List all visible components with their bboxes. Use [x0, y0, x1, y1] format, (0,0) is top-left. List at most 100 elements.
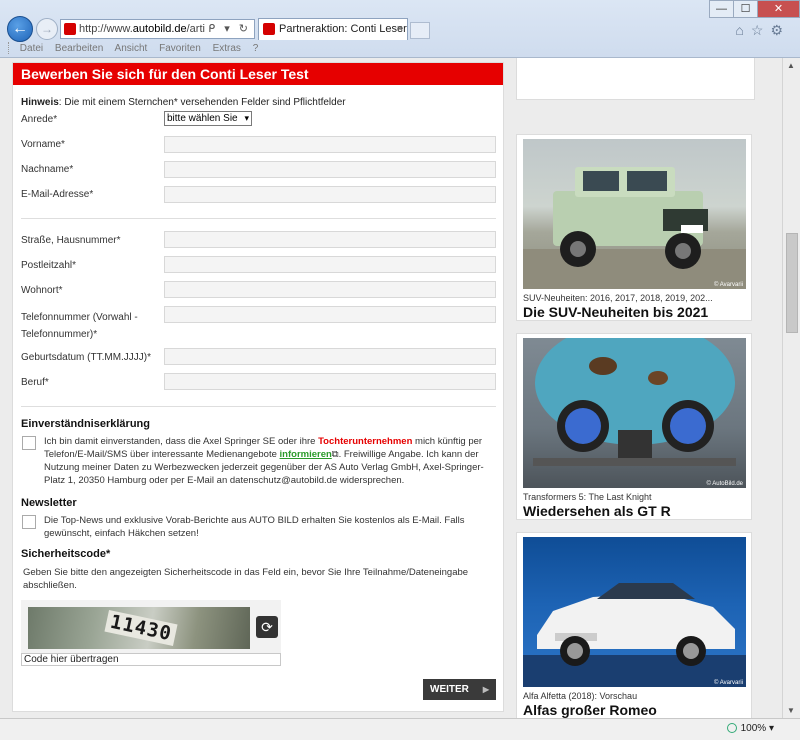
- captcha-code: 11430: [104, 609, 178, 647]
- teaser-copyright-alfa: © Avarvarii: [714, 680, 743, 686]
- teaser-card-suv[interactable]: © Avarvarii SUV-Neuheiten: 2016, 2017, 2…: [516, 134, 752, 321]
- forward-button[interactable]: →: [36, 18, 58, 40]
- plz-label: Postleitzahl*: [21, 260, 77, 271]
- chevron-down-icon: ▾: [244, 113, 249, 123]
- vertical-scrollbar[interactable]: ▲ ▼: [782, 58, 800, 718]
- teaser-title-suv[interactable]: Die SUV-Neuheiten bis 2021: [523, 304, 745, 320]
- plz-input[interactable]: [164, 256, 496, 273]
- menu-item-help[interactable]: ?: [253, 43, 259, 54]
- scroll-down-icon[interactable]: ▼: [787, 706, 795, 715]
- consent-title: Einverständniserklärung: [21, 418, 150, 430]
- captcha-refresh-button[interactable]: ⟳: [256, 616, 278, 638]
- tochterunternehmen-link[interactable]: Tochterunternehmen: [318, 436, 412, 447]
- scroll-thumb[interactable]: [786, 233, 798, 333]
- strasse-label: Straße, Hausnummer*: [21, 235, 121, 246]
- address-domain: autobild.de: [132, 23, 187, 35]
- email-input[interactable]: [164, 186, 496, 203]
- telefon-input[interactable]: [164, 306, 496, 323]
- form-divider-1: [21, 218, 496, 219]
- anrede-label: Anrede*: [21, 114, 58, 125]
- nachname-label: Nachname*: [21, 164, 74, 175]
- nachname-input[interactable]: [164, 161, 496, 178]
- tab-favicon-icon: [263, 23, 275, 35]
- hint-text: : Die mit einem Sternchen* versehenden F…: [58, 97, 346, 108]
- teaser-image-alfa[interactable]: © Avarvarii: [523, 537, 746, 687]
- anrede-select-value: bitte wählen Sie: [167, 113, 238, 124]
- menu-item-datei[interactable]: Datei: [20, 43, 43, 54]
- star-icon[interactable]: ☆: [751, 22, 771, 38]
- wohnort-input[interactable]: [164, 281, 496, 298]
- consent-text: Ich bin damit einverstanden, dass die Ax…: [44, 435, 499, 487]
- home-icon[interactable]: ⌂: [735, 22, 750, 38]
- geburtsdatum-label: Geburtsdatum (TT.MM.JJJJ)*: [21, 352, 152, 363]
- menu-item-extras[interactable]: Extras: [213, 43, 241, 54]
- wohnort-label: Wohnort*: [21, 285, 63, 296]
- menu-item-favoriten[interactable]: Favoriten: [159, 43, 201, 54]
- captcha-input[interactable]: Code hier übertragen: [21, 653, 281, 666]
- browser-chrome: ← → http://www.autobild.de/artikel/par ᑭ…: [0, 0, 800, 58]
- address-prefix: http://www.: [79, 23, 133, 35]
- weiter-button[interactable]: WEITER ▶: [423, 679, 496, 700]
- captcha-image: 11430: [28, 607, 250, 649]
- teaser-card-alfa[interactable]: © Avarvarii Alfa Alfetta (2018): Vorscha…: [516, 532, 752, 718]
- alfa-illustration: [523, 583, 746, 687]
- geburtsdatum-input[interactable]: [164, 348, 496, 365]
- teaser-copyright-suv: © Avarvarii: [714, 282, 743, 288]
- teaser-title-transformers[interactable]: Wiedersehen als GT R: [523, 503, 745, 519]
- teaser-image-transformers[interactable]: © AutoBild.de: [523, 338, 746, 488]
- newsletter-title: Newsletter: [21, 497, 77, 509]
- window-controls: — ☐ ✕: [709, 0, 800, 18]
- teaser-kicker-transformers[interactable]: Transformers 5: The Last Knight: [523, 492, 745, 502]
- teaser-card-transformers[interactable]: © AutoBild.de Transformers 5: The Last K…: [516, 333, 752, 520]
- consent-checkbox[interactable]: [22, 436, 36, 450]
- vorname-input[interactable]: [164, 136, 496, 153]
- arrow-left-icon: ←: [12, 20, 28, 37]
- informieren-link[interactable]: informieren: [280, 449, 332, 460]
- external-link-icon: ⧉: [331, 449, 339, 460]
- form-divider-2: [21, 406, 496, 407]
- strasse-input[interactable]: [164, 231, 496, 248]
- teaser-title-alfa[interactable]: Alfas großer Romeo: [523, 702, 745, 718]
- close-window-button[interactable]: ✕: [757, 0, 800, 18]
- consent-text-part1: Ich bin damit einverstanden, dass die Ax…: [44, 436, 319, 447]
- anrede-select[interactable]: bitte wählen Sie ▾: [164, 111, 252, 126]
- gear-icon[interactable]: ⚙: [770, 22, 790, 38]
- telefon-label: Telefonnummer (Vorwahl - Telefonnummer)*: [21, 309, 138, 343]
- email-label: E-Mail-Adresse*: [21, 189, 94, 200]
- beruf-input[interactable]: [164, 373, 496, 390]
- application-form: Bewerben Sie sich für den Conti Leser Te…: [12, 62, 504, 712]
- newsletter-checkbox[interactable]: [22, 515, 36, 529]
- menu-item-ansicht[interactable]: Ansicht: [115, 43, 148, 54]
- zoom-control[interactable]: 100% ▾: [726, 723, 774, 734]
- suv-illustration: [523, 167, 746, 289]
- tab-close-icon[interactable]: ×: [397, 19, 403, 39]
- telefon-label-line2: Telefonnummer)*: [21, 329, 98, 340]
- address-bar[interactable]: http://www.autobild.de/artikel/par ᑭ ▾ ↻: [60, 19, 255, 39]
- scroll-up-icon[interactable]: ▲: [787, 61, 795, 70]
- teaser-kicker-alfa[interactable]: Alfa Alfetta (2018): Vorschau: [523, 691, 745, 701]
- teaser-image-suv[interactable]: © Avarvarii: [523, 139, 746, 289]
- site-favicon-icon: [64, 23, 76, 35]
- weiter-label: WEITER: [430, 684, 469, 695]
- menu-item-bearbeiten[interactable]: Bearbeiten: [55, 43, 103, 54]
- play-icon: ▶: [482, 685, 489, 694]
- ad-placeholder: [516, 58, 755, 100]
- beruf-label: Beruf*: [21, 377, 49, 388]
- form-header: Bewerben Sie sich für den Conti Leser Te…: [13, 63, 503, 85]
- menu-grip: [8, 42, 11, 55]
- new-tab-button[interactable]: [410, 22, 430, 39]
- arrow-right-icon: →: [41, 22, 53, 36]
- telefon-label-line1: Telefonnummer (Vorwahl -: [21, 312, 138, 323]
- refresh-icon: ⟳: [261, 619, 273, 635]
- tab-title: Partneraktion: Conti Leser T...: [279, 23, 407, 35]
- address-tools-icons[interactable]: ᑭ ▾ ↻: [205, 20, 251, 38]
- teaser-kicker-suv[interactable]: SUV-Neuheiten: 2016, 2017, 2018, 2019, 2…: [523, 293, 745, 303]
- back-button[interactable]: ←: [7, 16, 33, 42]
- teaser-copyright-transformers: © AutoBild.de: [706, 481, 743, 487]
- menu-bar: Datei Bearbeiten Ansicht Favoriten Extra…: [0, 40, 800, 58]
- security-text: Geben Sie bitte den angezeigten Sicherhe…: [23, 567, 469, 591]
- minimize-button[interactable]: —: [709, 0, 734, 18]
- maximize-button[interactable]: ☐: [733, 0, 758, 18]
- tab-active[interactable]: Partneraktion: Conti Leser T... ×: [258, 18, 408, 40]
- hint-label: Hinweis: [21, 97, 59, 108]
